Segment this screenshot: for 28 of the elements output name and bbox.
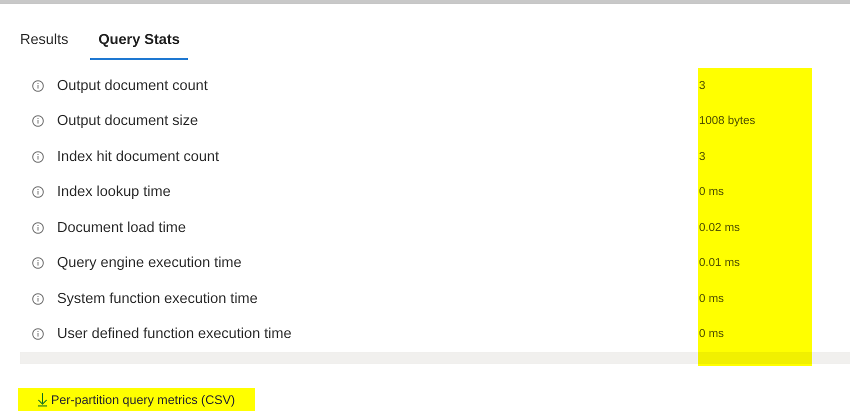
stat-label: Document load time bbox=[57, 220, 187, 236]
info-icon bbox=[32, 115, 44, 128]
stat-value: 0 ms bbox=[699, 292, 724, 305]
info-icon bbox=[32, 222, 44, 234]
stat-label: Index hit document count bbox=[57, 148, 220, 165]
info-icon bbox=[32, 186, 44, 198]
stat-label: Index lookup time bbox=[57, 184, 172, 200]
download-icon bbox=[37, 392, 48, 407]
stat-value: 0.02 ms bbox=[699, 222, 740, 234]
info-icon bbox=[32, 257, 44, 270]
stat-value: 3 bbox=[699, 150, 706, 163]
info-icon bbox=[32, 292, 44, 305]
stat-value: 3 bbox=[699, 80, 706, 92]
stat-label: User defined function execution time bbox=[57, 326, 293, 342]
info-icon bbox=[32, 80, 44, 92]
stat-label: System function execution time bbox=[57, 290, 259, 307]
stat-label: Query engine execution time bbox=[57, 255, 243, 272]
download-link[interactable]: Per-partition query metrics (CSV) bbox=[18, 388, 256, 411]
tab[interactable]: Query Stats bbox=[90, 26, 188, 60]
stat-value: 0.01 ms bbox=[699, 257, 740, 270]
stat-value: 0 ms bbox=[699, 186, 724, 198]
tab[interactable]: Results bbox=[12, 26, 76, 60]
stat-value: 1008 bytes bbox=[699, 115, 756, 128]
stat-value: 0 ms bbox=[699, 328, 724, 340]
stat-label: Output document count bbox=[57, 78, 209, 94]
info-icon bbox=[32, 328, 44, 340]
info-icon bbox=[32, 150, 44, 163]
stat-label: Output document size bbox=[57, 113, 200, 130]
